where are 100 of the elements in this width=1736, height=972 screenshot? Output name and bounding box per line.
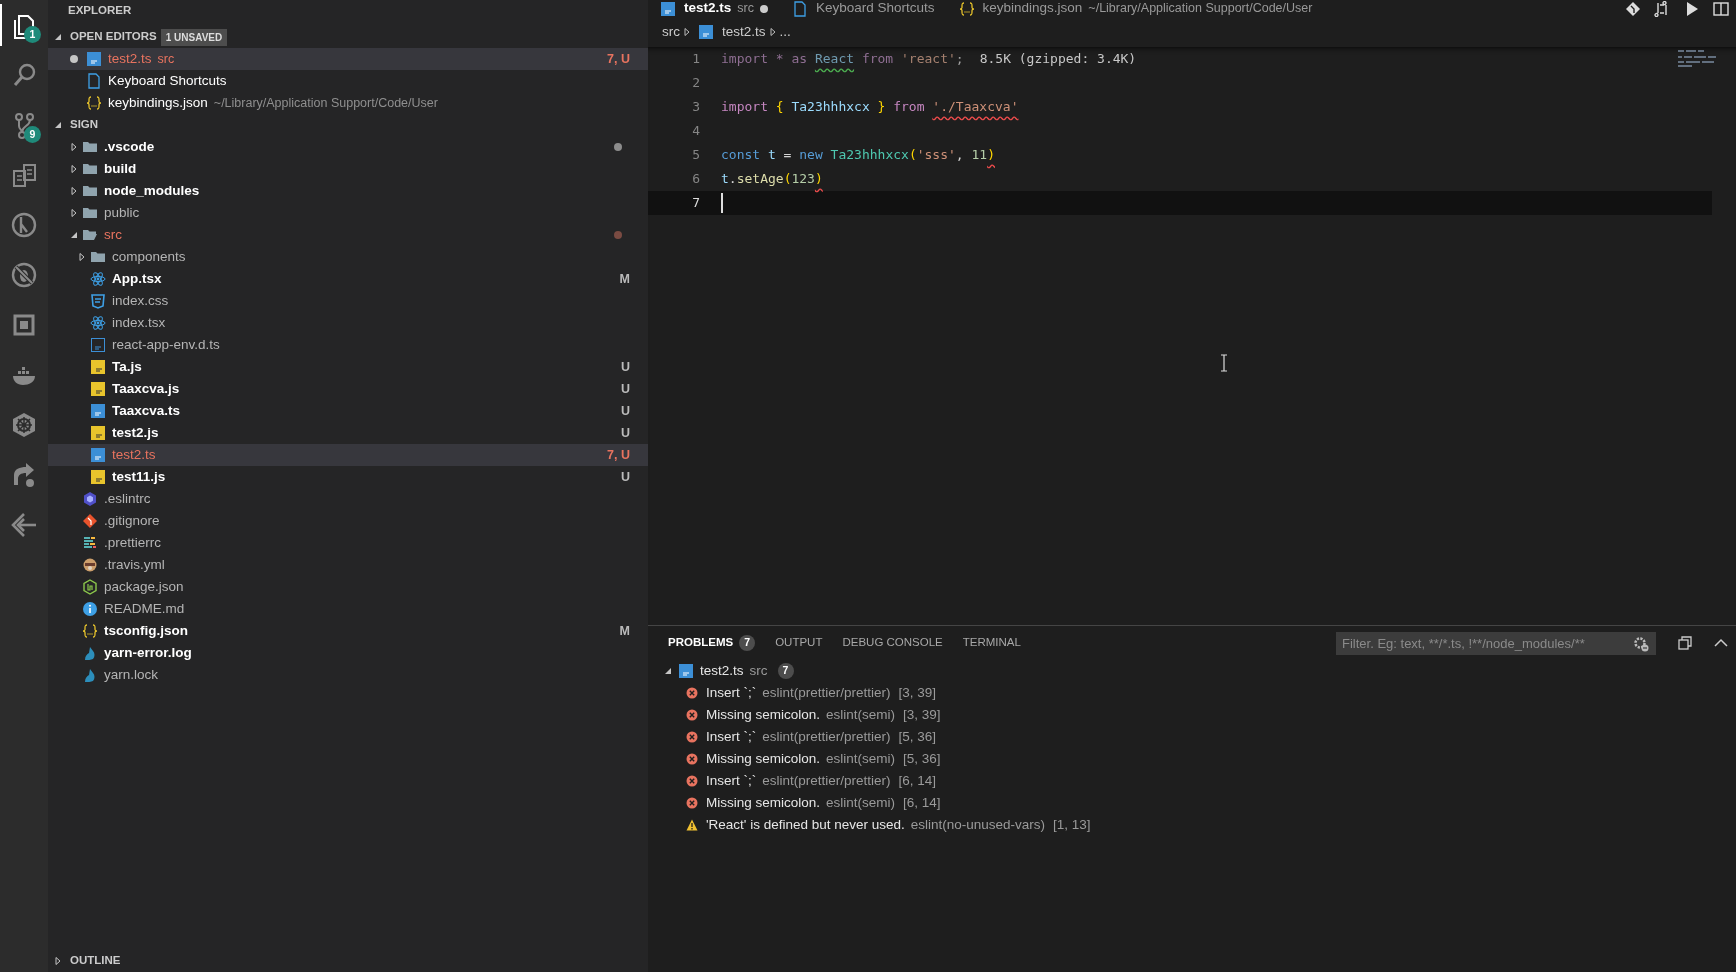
ts-file-icon xyxy=(678,663,694,679)
collapse-all-icon[interactable] xyxy=(1678,636,1692,650)
panel-tab[interactable]: PROBLEMS 7 xyxy=(660,630,764,656)
file-name: keybindings.json xyxy=(108,93,208,112)
folder-icon xyxy=(82,139,98,155)
breadcrumb-item[interactable]: ... xyxy=(779,21,791,43)
count-badge: 1 xyxy=(24,26,41,43)
problem-file-row[interactable]: test2.ts src 7 xyxy=(648,660,1736,682)
breadcrumb-item[interactable]: src xyxy=(662,21,680,43)
file-name: .vscode xyxy=(104,137,155,156)
file-name: tsconfig.json xyxy=(104,621,188,640)
open-editor-item[interactable]: test2.ts src 7, U xyxy=(48,48,648,70)
atom-icon xyxy=(90,315,106,331)
problem-item[interactable]: Insert `;` eslint(prettier/prettier) [5, 36] xyxy=(648,726,1736,748)
chevron-icon xyxy=(769,28,776,36)
file-icon xyxy=(791,0,808,17)
code-line: const t = new Ta23hhhxcx('sss', 11) xyxy=(721,146,995,165)
file-item[interactable]: index.tsx xyxy=(48,312,648,334)
file-name: .eslintrc xyxy=(104,489,151,508)
file-item[interactable]: test11.js U xyxy=(48,466,648,488)
circle-branch-icon xyxy=(10,211,38,239)
js-file-icon xyxy=(90,469,106,485)
file-status: 7, U xyxy=(607,50,630,68)
filter-settings-icon[interactable] xyxy=(1633,635,1649,652)
problem-item[interactable]: Insert `;` eslint(prettier/prettier) [3, 39] xyxy=(648,682,1736,704)
file-status: U xyxy=(620,424,630,442)
split-editor-icon[interactable] xyxy=(1713,0,1730,17)
braces-icon xyxy=(958,0,975,17)
css-file-icon xyxy=(90,293,106,309)
file-name: test11.js xyxy=(112,467,166,486)
file-item[interactable]: App.tsx M xyxy=(48,268,648,290)
folder-item[interactable]: node_modules xyxy=(48,180,648,202)
file-item[interactable]: Taaxcva.ts U xyxy=(48,400,648,422)
ts-file-icon xyxy=(698,24,714,40)
file-name: .travis.yml xyxy=(104,555,165,574)
folder-item[interactable]: src xyxy=(48,224,648,246)
file-item[interactable]: .travis.yml xyxy=(48,554,648,576)
file-item[interactable]: .gitignore xyxy=(48,510,648,532)
line-number: 2 xyxy=(691,74,701,93)
filter-field[interactable]: Filter. Eg: text, **/*.ts, !**/node_modules/** xyxy=(1336,631,1656,655)
file-status: U xyxy=(620,358,630,376)
activity-bar-item[interactable]: 9 xyxy=(0,104,48,146)
file-item[interactable]: react-app-env.d.ts xyxy=(48,334,648,356)
file-name: Keyboard Shortcuts xyxy=(108,71,227,90)
section-header[interactable]: SIGN xyxy=(70,116,99,134)
folder-item[interactable]: .vscode xyxy=(48,136,648,158)
unsaved-dot-icon xyxy=(70,55,78,63)
folder-icon xyxy=(82,205,98,221)
problem-item[interactable]: Missing semicolon. eslint(semi) [3, 39] xyxy=(648,704,1736,726)
file-item[interactable]: Ta.js U xyxy=(48,356,648,378)
file-item[interactable]: package.json xyxy=(48,576,648,598)
js-file-icon xyxy=(90,381,106,397)
problem-item[interactable]: 'React' is defined but never used. eslint(no-unused-vars) [1, 13] xyxy=(648,814,1736,836)
diamond-icon[interactable] xyxy=(1624,0,1641,17)
editor-tab[interactable]: keybindings.json ~/Library/Application Support/Code/User xyxy=(946,0,1325,17)
error-icon xyxy=(686,709,698,721)
file-item[interactable]: yarn-error.log xyxy=(48,642,648,664)
file-name: .gitignore xyxy=(104,511,160,530)
file-item[interactable]: tsconfig.json M xyxy=(48,620,648,642)
open-editor-item[interactable]: keybindings.json ~/Library/Application Support/Code/User xyxy=(48,92,648,114)
folder-icon xyxy=(82,183,98,199)
file-name: test2.js xyxy=(112,423,159,442)
file-name: package.json xyxy=(104,577,184,596)
file-item[interactable]: test2.ts 7, U xyxy=(48,444,648,466)
file-item[interactable]: Taaxcva.js U xyxy=(48,378,648,400)
ts-file-icon xyxy=(660,0,676,17)
problem-item[interactable]: Missing semicolon. eslint(semi) [6, 14] xyxy=(648,792,1736,814)
editor-tab[interactable]: test2.ts src xyxy=(648,0,780,17)
ts-file-icon xyxy=(90,337,106,353)
panel-tab[interactable]: TERMINAL xyxy=(954,630,1029,656)
panel-tab[interactable]: DEBUG CONSOLE xyxy=(834,630,951,656)
open-editor-item[interactable]: Keyboard Shortcuts xyxy=(48,70,648,92)
editor-tab[interactable]: Keyboard Shortcuts xyxy=(779,0,947,17)
file-name: Taaxcva.ts xyxy=(112,401,181,420)
line-number: 3 xyxy=(691,98,701,117)
section-header[interactable]: OPEN EDITORS xyxy=(70,28,157,46)
file-status: 7, U xyxy=(607,446,630,464)
file-item[interactable]: .prettierrc xyxy=(48,532,648,554)
text-caret xyxy=(721,193,723,213)
file-item[interactable]: .eslintrc xyxy=(48,488,648,510)
activity-bar-item[interactable]: 1 xyxy=(0,4,48,46)
folder-item[interactable]: build xyxy=(48,158,648,180)
diamond-arrow-icon xyxy=(10,511,38,539)
file-item[interactable]: yarn.lock xyxy=(48,664,648,686)
problem-item[interactable]: Missing semicolon. eslint(semi) [5, 36] xyxy=(648,748,1736,770)
helm-wheel-icon xyxy=(10,411,38,439)
braces-icon xyxy=(86,95,102,111)
file-item[interactable]: README.md xyxy=(48,598,648,620)
file-status: U xyxy=(620,402,630,420)
breadcrumb-item[interactable]: test2.ts xyxy=(722,21,766,43)
open-folder-icon xyxy=(82,227,98,243)
folder-item[interactable]: public xyxy=(48,202,648,224)
section-header[interactable]: OUTLINE xyxy=(70,952,121,970)
file-item[interactable]: test2.js U xyxy=(48,422,648,444)
braces-icon xyxy=(82,623,98,639)
folder-item[interactable]: components xyxy=(48,246,648,268)
panel-tab[interactable]: OUTPUT xyxy=(767,630,831,656)
file-status: U xyxy=(620,468,630,486)
problem-item[interactable]: Insert `;` eslint(prettier/prettier) [6, 14] xyxy=(648,770,1736,792)
file-item[interactable]: index.css xyxy=(48,290,648,312)
